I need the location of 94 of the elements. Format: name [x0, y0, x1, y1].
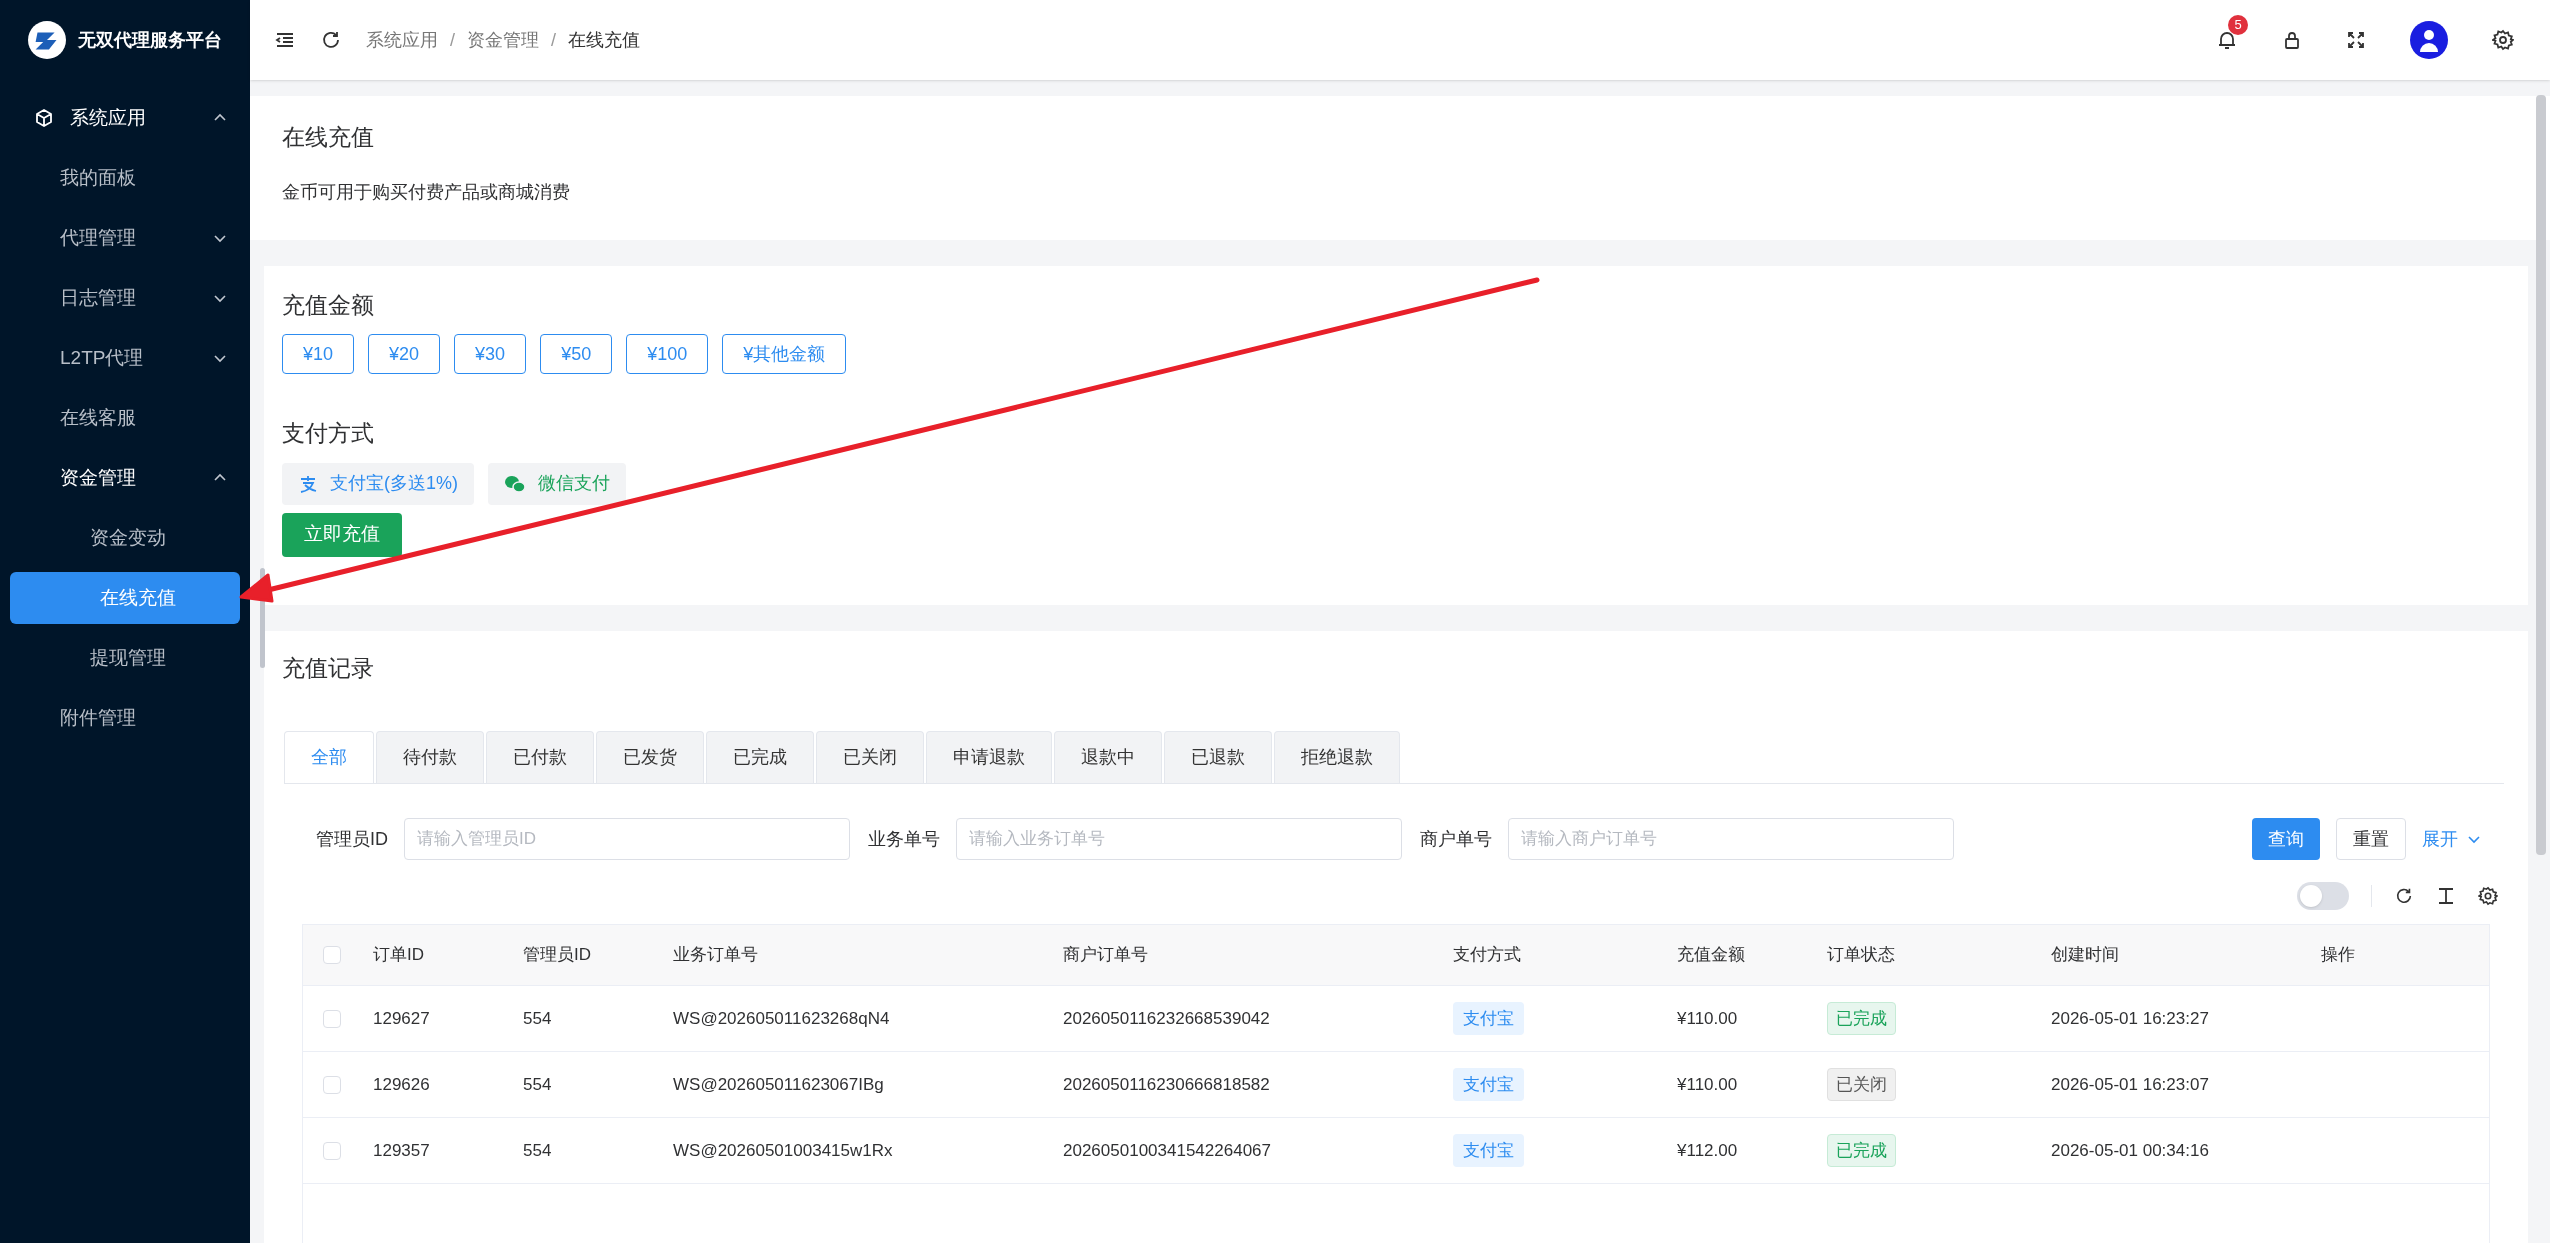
notification-badge: 5: [2228, 15, 2248, 35]
column-header: 支付方式: [1453, 944, 1522, 967]
table-cell-text: 2026050100341542264067: [1063, 1139, 1272, 1162]
column-header: 操作: [2321, 944, 2356, 967]
bell-icon[interactable]: [2216, 29, 2238, 51]
tab[interactable]: 已完成: [706, 731, 814, 783]
table-cell-text: WS@202605011623268qN4: [673, 1007, 891, 1030]
description-text: 金币可用于购买付费产品或商城消费: [282, 180, 571, 204]
input-field[interactable]: 请输入商户订单号: [1508, 818, 1954, 860]
alipay-icon: [298, 474, 318, 493]
table-cell-text: 129626: [373, 1073, 431, 1096]
breadcrumb-separator: /: [450, 28, 455, 52]
sidebar-item[interactable]: 提现管理: [0, 632, 250, 684]
section-title: 充值记录: [282, 653, 375, 683]
column-height-icon[interactable]: [2436, 886, 2456, 906]
checkbox[interactable]: [323, 1141, 341, 1160]
field-label: 管理员ID: [316, 827, 388, 851]
field-label: 商户单号: [1420, 827, 1492, 851]
sidebar-item[interactable]: 附件管理: [0, 692, 250, 744]
page-title: 在线充值: [282, 123, 375, 152]
reset-button[interactable]: 重置: [2336, 818, 2406, 860]
toggle-switch[interactable]: [2297, 882, 2349, 910]
refresh-icon[interactable]: [320, 29, 342, 51]
checkbox[interactable]: [323, 946, 341, 964]
scrollbar[interactable]: [2536, 95, 2546, 855]
amount-button[interactable]: ¥其他金额: [722, 334, 847, 374]
sidebar-item[interactable]: 在线客服: [0, 392, 250, 444]
settings-icon[interactable]: [2478, 886, 2498, 906]
status-tag: 已关闭: [1827, 1067, 1896, 1102]
payment-tag: 支付宝: [1453, 1133, 1524, 1168]
refresh-icon[interactable]: [2394, 886, 2414, 906]
table-cell-text: ¥112.00: [1677, 1139, 1739, 1162]
tab[interactable]: 全部: [284, 731, 374, 783]
tab[interactable]: 退款中: [1054, 731, 1162, 783]
tab[interactable]: 拒绝退款: [1274, 731, 1400, 783]
sidebar-item[interactable]: 资金变动: [0, 512, 250, 564]
settings-icon[interactable]: [2492, 29, 2514, 51]
lock-icon[interactable]: [2282, 30, 2302, 50]
amount-button[interactable]: ¥30: [454, 334, 527, 374]
tab[interactable]: 已退款: [1164, 731, 1272, 783]
checkbox[interactable]: [323, 1075, 341, 1094]
sidebar-item[interactable]: 系统应用: [0, 92, 250, 144]
status-tag: 已完成: [1827, 1133, 1896, 1168]
table-cell-text: 2026050116232668539042: [1063, 1007, 1271, 1030]
table-cell-text: ¥110.00: [1677, 1073, 1739, 1096]
column-header: 商户订单号: [1063, 944, 1149, 967]
tab[interactable]: 待付款: [376, 731, 484, 783]
table-cell-text: 2026050116230666818582: [1063, 1073, 1271, 1096]
payment-tag: 支付宝: [1453, 1001, 1524, 1036]
table-cell-text: 554: [523, 1073, 553, 1096]
table-cell-text: ¥110.00: [1677, 1007, 1739, 1030]
table-cell-text: 129627: [373, 1007, 431, 1030]
brand-name: 无双代理服务平台: [78, 28, 222, 52]
fullscreen-icon[interactable]: [2346, 30, 2366, 50]
sidebar-item[interactable]: L2TP代理: [0, 332, 250, 384]
column-header: 订单ID: [373, 944, 425, 967]
wechat-icon: [504, 474, 526, 493]
table-cell-text: 129357: [373, 1139, 431, 1162]
section-title: 支付方式: [282, 419, 375, 448]
sidebar-item[interactable]: 资金管理: [0, 452, 250, 504]
table-cell-text: 554: [523, 1139, 553, 1162]
input-field[interactable]: 请输入业务订单号: [956, 818, 1402, 860]
tab[interactable]: 已关闭: [816, 731, 924, 783]
column-header: 充值金额: [1677, 944, 1746, 967]
tab[interactable]: 申请退款: [926, 731, 1052, 783]
table-cell-text: 2026-05-01 16:23:07: [2051, 1073, 2210, 1096]
payment-tag: 支付宝: [1453, 1067, 1524, 1102]
table-cell-text: WS@20260501003415w1Rx: [673, 1139, 894, 1162]
column-header: 管理员ID: [523, 944, 592, 967]
cube-icon: [34, 108, 54, 128]
breadcrumb-separator: /: [551, 28, 557, 52]
column-header: 创建时间: [2051, 944, 2120, 967]
logo-icon: [28, 20, 66, 60]
table-cell-text: 2026-05-01 00:34:16: [2051, 1139, 2210, 1162]
table-cell-text: WS@202605011623067IBg: [673, 1073, 885, 1096]
table-cell-text: 2026-05-01 16:23:27: [2051, 1007, 2210, 1030]
section-title: 充值金额: [282, 290, 375, 320]
table-cell-text: 554: [523, 1007, 553, 1030]
sidebar-item[interactable]: 我的面板: [0, 152, 250, 204]
amount-button[interactable]: ¥20: [368, 334, 441, 374]
column-header: 业务订单号: [673, 944, 759, 967]
sidebar-item[interactable]: 代理管理: [0, 212, 250, 264]
field-label: 业务单号: [868, 827, 940, 851]
avatar[interactable]: [2410, 21, 2448, 59]
sidebar-item[interactable]: 日志管理: [0, 272, 250, 324]
tab[interactable]: 已发货: [596, 731, 704, 783]
checkbox[interactable]: [323, 1009, 341, 1028]
tab[interactable]: 已付款: [486, 731, 594, 783]
status-tag: 已完成: [1827, 1001, 1896, 1036]
column-header: 订单状态: [1827, 944, 1896, 967]
breadcrumb-link[interactable]: 系统应用: [366, 26, 438, 54]
breadcrumb-link[interactable]: 资金管理: [467, 26, 539, 54]
input-field[interactable]: 请输入管理员ID: [404, 818, 850, 860]
expand-link[interactable]: 展开: [2422, 825, 2482, 853]
